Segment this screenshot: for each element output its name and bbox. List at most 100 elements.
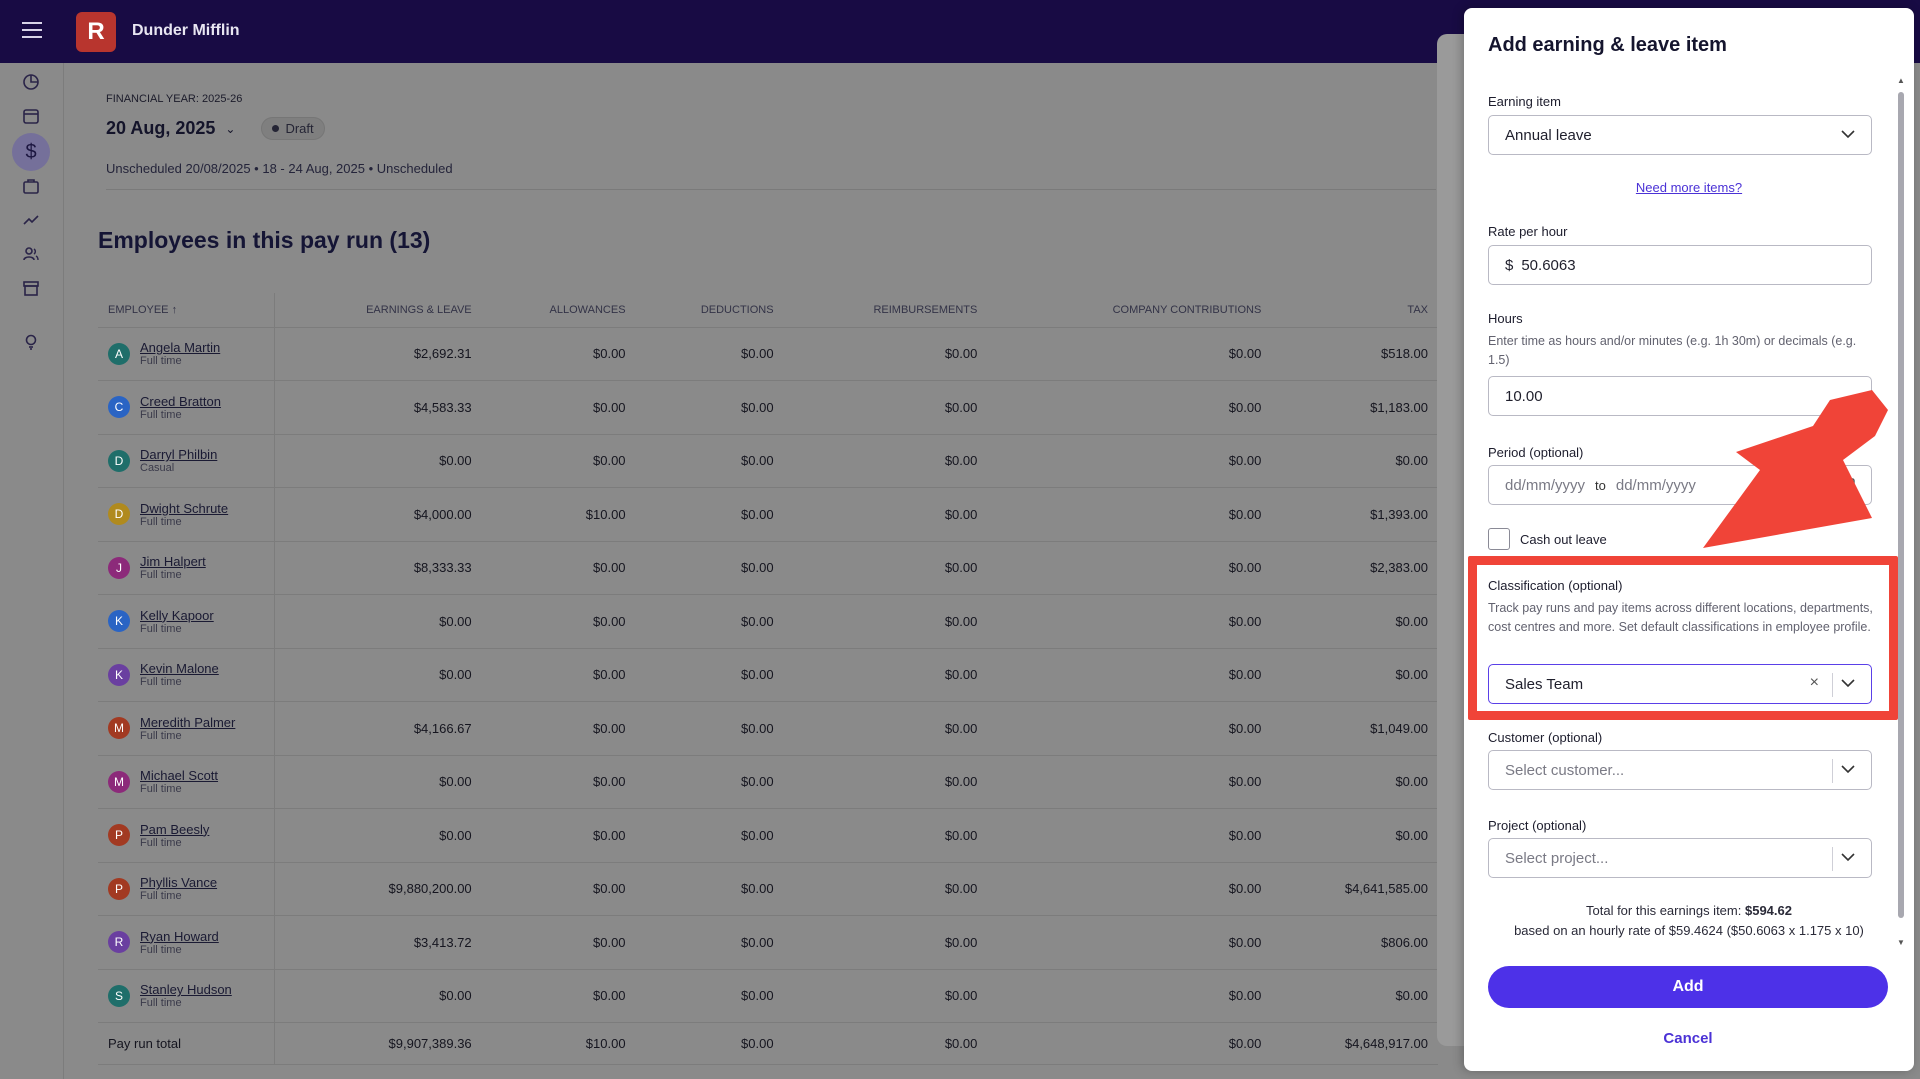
earnings-cell[interactable]: $0.00 — [274, 969, 482, 1023]
employee-name-link[interactable]: Kevin Malone — [140, 661, 219, 676]
employee-name-link[interactable]: Meredith Palmer — [140, 715, 235, 730]
contributions-cell[interactable]: $0.00 — [987, 434, 1272, 488]
table-row[interactable]: K Kelly Kapoor Full time $0.00 $0.00 $0.00 $0.… — [98, 594, 1438, 649]
earning-item-select[interactable]: Annual leave — [1488, 115, 1872, 155]
contributions-cell[interactable]: $0.00 — [987, 969, 1272, 1023]
employee-name-link[interactable]: Darryl Philbin — [140, 447, 217, 462]
modal-scrollbar[interactable]: ▲ ▼ — [1897, 76, 1905, 947]
table-row[interactable]: D Dwight Schrute Full time $4,000.00 $10.00 $… — [98, 487, 1438, 542]
earnings-cell[interactable]: $4,166.67 — [274, 701, 482, 756]
contributions-cell[interactable]: $0.00 — [987, 327, 1272, 381]
reimbursements-cell[interactable]: $0.00 — [783, 327, 988, 381]
scroll-up-icon[interactable]: ▲ — [1897, 76, 1905, 85]
earnings-cell[interactable]: $9,880,200.00 — [274, 862, 482, 916]
period-to-input[interactable]: dd/mm/yyyy — [1616, 477, 1696, 494]
contributions-cell[interactable]: $0.00 — [987, 701, 1272, 756]
earnings-cell[interactable]: $4,583.33 — [274, 380, 482, 435]
deductions-cell[interactable]: $0.00 — [635, 380, 784, 435]
contributions-cell[interactable]: $0.00 — [987, 808, 1272, 863]
customer-select[interactable]: Select customer... — [1488, 750, 1872, 790]
reimbursements-cell[interactable]: $0.00 — [783, 862, 988, 916]
period-from-input[interactable]: dd/mm/yyyy — [1505, 477, 1585, 494]
lightbulb-icon[interactable] — [20, 331, 42, 353]
project-select[interactable]: Select project... — [1488, 838, 1872, 878]
contributions-cell[interactable]: $0.00 — [987, 915, 1272, 970]
deductions-cell[interactable]: $0.00 — [635, 487, 784, 542]
menu-icon[interactable] — [22, 22, 42, 38]
reimbursements-cell[interactable]: $0.00 — [783, 648, 988, 702]
contributions-cell[interactable]: $0.00 — [987, 862, 1272, 916]
deductions-cell[interactable]: $0.00 — [635, 648, 784, 702]
reimbursements-cell[interactable]: $0.00 — [783, 380, 988, 435]
table-row[interactable]: M Meredith Palmer Full time $4,166.67 $0.00 $… — [98, 701, 1438, 756]
earnings-cell[interactable]: $3,413.72 — [274, 915, 482, 970]
calendar-icon[interactable] — [20, 105, 42, 127]
chevron-down-icon[interactable] — [1839, 760, 1857, 778]
reimbursements-cell[interactable]: $0.00 — [783, 434, 988, 488]
table-row[interactable]: R Ryan Howard Full time $3,413.72 $0.00 $0.00… — [98, 915, 1438, 970]
chevron-down-icon[interactable]: ⌄ — [225, 122, 235, 136]
table-row[interactable]: A Angela Martin Full time $2,692.31 $0.00 $0.… — [98, 327, 1438, 381]
people-icon[interactable] — [20, 243, 42, 265]
earnings-cell[interactable]: $4,000.00 — [274, 487, 482, 542]
employee-name-link[interactable]: Pam Beesly — [140, 822, 209, 837]
allowances-cell[interactable]: $0.00 — [481, 755, 636, 809]
classification-select[interactable]: Sales Team × — [1488, 664, 1872, 704]
company-name[interactable]: Dunder Mifflin — [132, 22, 240, 40]
allowances-cell[interactable]: $0.00 — [481, 380, 636, 435]
employee-name-link[interactable]: Dwight Schrute — [140, 501, 228, 516]
archive-icon[interactable] — [20, 277, 42, 299]
deductions-cell[interactable]: $0.00 — [635, 808, 784, 863]
employee-name-link[interactable]: Phyllis Vance — [140, 875, 217, 890]
table-row[interactable]: J Jim Halpert Full time $8,333.33 $0.00 $0.00… — [98, 541, 1438, 595]
column-header-employee[interactable]: EMPLOYEE ↑ — [98, 293, 275, 328]
contributions-cell[interactable]: $0.00 — [987, 541, 1272, 595]
employee-name-link[interactable]: Kelly Kapoor — [140, 608, 214, 623]
earnings-cell[interactable]: $0.00 — [274, 434, 482, 488]
contributions-cell[interactable]: $0.00 — [987, 487, 1272, 542]
deductions-cell[interactable]: $0.00 — [635, 701, 784, 756]
reimbursements-cell[interactable]: $0.00 — [783, 541, 988, 595]
clear-x-icon[interactable]: × — [1810, 674, 1819, 692]
reimbursements-cell[interactable]: $0.00 — [783, 969, 988, 1023]
scroll-down-icon[interactable]: ▼ — [1897, 938, 1905, 947]
contributions-cell[interactable]: $0.00 — [987, 380, 1272, 435]
cancel-button[interactable]: Cancel — [1488, 1030, 1888, 1047]
briefcase-icon[interactable] — [20, 175, 42, 197]
allowances-cell[interactable]: $0.00 — [481, 969, 636, 1023]
reimbursements-cell[interactable]: $0.00 — [783, 701, 988, 756]
table-row[interactable]: P Pam Beesly Full time $0.00 $0.00 $0.00 $0.00… — [98, 808, 1438, 863]
allowances-cell[interactable]: $0.00 — [481, 594, 636, 649]
pay-run-date[interactable]: 20 Aug, 2025 — [106, 118, 215, 139]
employee-name-link[interactable]: Creed Bratton — [140, 394, 221, 409]
table-row[interactable]: K Kevin Malone Full time $0.00 $0.00 $0.00 $0.… — [98, 648, 1438, 702]
employee-name-link[interactable]: Jim Halpert — [140, 554, 206, 569]
earnings-cell[interactable]: $2,692.31 — [274, 327, 482, 381]
allowances-cell[interactable]: $0.00 — [481, 541, 636, 595]
calendar-icon[interactable] — [1839, 475, 1857, 493]
employee-name-link[interactable]: Stanley Hudson — [140, 982, 232, 997]
need-more-items-link[interactable]: Need more items? — [1464, 180, 1914, 195]
reimbursements-cell[interactable]: $0.00 — [783, 487, 988, 542]
table-row[interactable]: M Michael Scott Full time $0.00 $0.00 $0.00 $0… — [98, 755, 1438, 809]
earnings-cell[interactable]: $0.00 — [274, 594, 482, 649]
reimbursements-cell[interactable]: $0.00 — [783, 755, 988, 809]
table-row[interactable]: P Phyllis Vance Full time $9,880,200.00 $0.0… — [98, 862, 1438, 916]
employee-name-link[interactable]: Michael Scott — [140, 768, 218, 783]
contributions-cell[interactable]: $0.00 — [987, 594, 1272, 649]
employee-name-link[interactable]: Angela Martin — [140, 340, 220, 355]
allowances-cell[interactable]: $0.00 — [481, 648, 636, 702]
dashboard-icon[interactable] — [20, 71, 42, 93]
earnings-cell[interactable]: $0.00 — [274, 648, 482, 702]
hours-input[interactable]: 10.00 — [1488, 376, 1872, 416]
deductions-cell[interactable]: $0.00 — [635, 862, 784, 916]
earnings-cell[interactable]: $0.00 — [274, 755, 482, 809]
allowances-cell[interactable]: $0.00 — [481, 701, 636, 756]
deductions-cell[interactable]: $0.00 — [635, 969, 784, 1023]
allowances-cell[interactable]: $0.00 — [481, 808, 636, 863]
rate-input[interactable]: $ 50.6063 — [1488, 245, 1872, 285]
deductions-cell[interactable]: $0.00 — [635, 434, 784, 488]
earnings-cell[interactable]: $8,333.33 — [274, 541, 482, 595]
period-date-range[interactable]: dd/mm/yyyy to dd/mm/yyyy — [1488, 465, 1872, 505]
earnings-cell[interactable]: $0.00 — [274, 808, 482, 863]
